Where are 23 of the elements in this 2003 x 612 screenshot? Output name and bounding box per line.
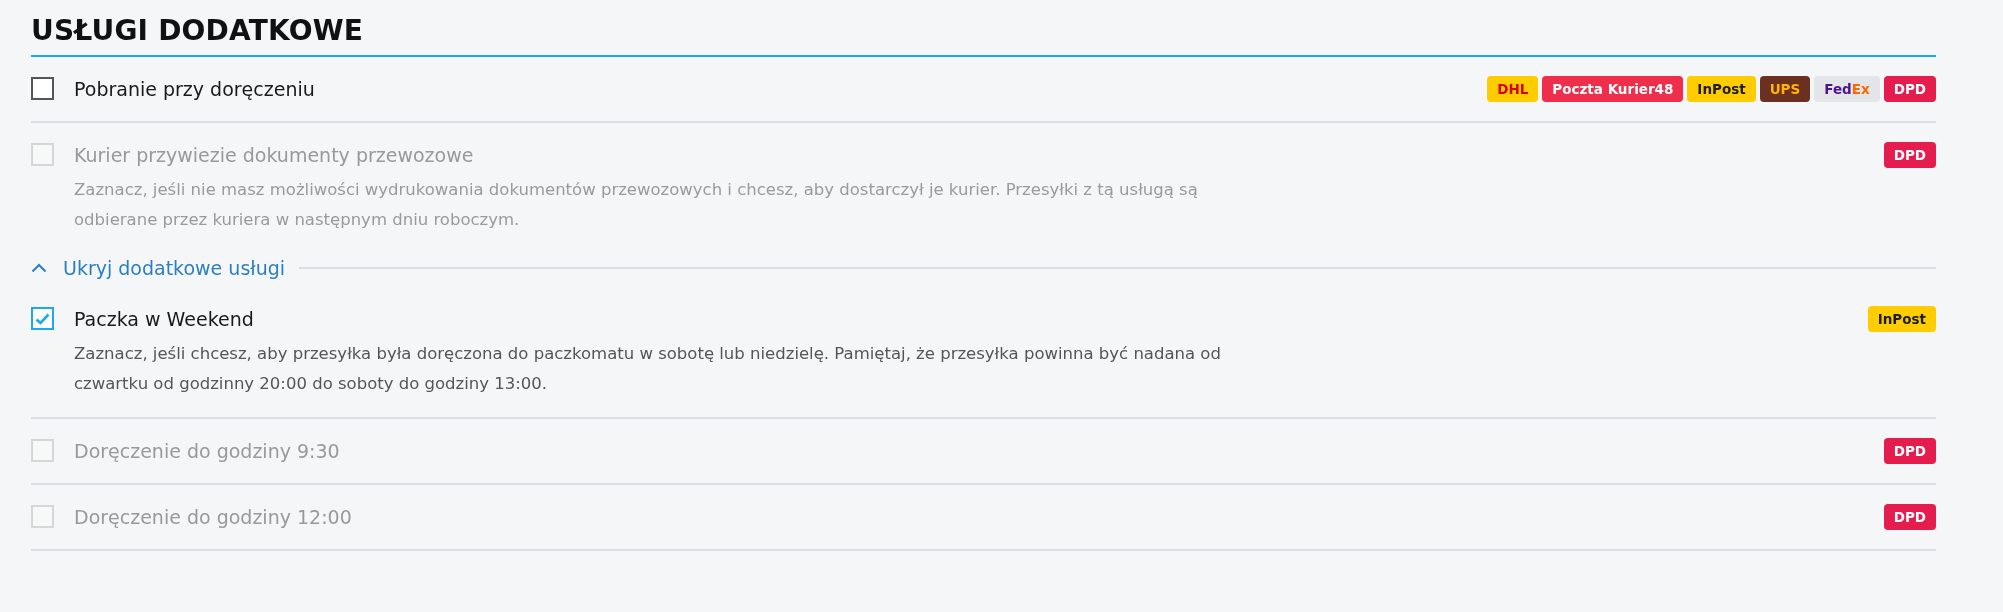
carrier-badge: UPS <box>1759 76 1811 102</box>
carrier-badge: InPost <box>1687 76 1756 102</box>
carrier-badge: DPD <box>1883 76 1936 102</box>
carrier-badge: DPD <box>1883 504 1936 530</box>
carrier-badge: Poczta Kurier48 <box>1542 76 1684 102</box>
option-label: Paczka w Weekend <box>74 307 255 332</box>
check-icon <box>35 312 50 325</box>
chevron-icon <box>31 263 47 273</box>
option-label: Pobranie przy doręczeniu <box>74 77 316 102</box>
option-label: Kurier przywiezie dokumenty przewozowe <box>74 143 475 168</box>
carrier-badge: DPD <box>1883 438 1936 464</box>
option-label: Doręczenie do godziny 12:00 <box>74 505 353 530</box>
carrier-badge: DPD <box>1883 142 1936 168</box>
option-label: Doręczenie do godziny 9:30 <box>74 439 341 464</box>
toggle-link[interactable]: Ukryj dodatkowe usługi <box>31 257 286 279</box>
option-description: Zaznacz, jeśli nie masz możliwości wydrukowania dokumentów przewozowych i chcesz, aby dostarczył je kurier. Przesyłki z tą usługą są odbierane przez kuriera w następnym dniu roboczym. <box>74 179 1199 231</box>
section-title: USŁUGI DODATKOWE <box>31 14 1936 57</box>
carrier-badge: DHL <box>1487 76 1539 102</box>
checkbox[interactable] <box>31 307 54 330</box>
option-description: Zaznacz, jeśli chcesz, aby przesyłka była doręczona do paczkomatu w sobotę lub niedzielę. Pamiętaj, że przesyłka powinna być nadana od czwartku od godzinny 20:00 do soboty do godziny 13:00. <box>74 343 1222 395</box>
carrier-badge: InPost <box>1867 306 1936 332</box>
checkbox[interactable] <box>31 77 54 100</box>
carrier-badge: FedEx <box>1814 76 1880 102</box>
